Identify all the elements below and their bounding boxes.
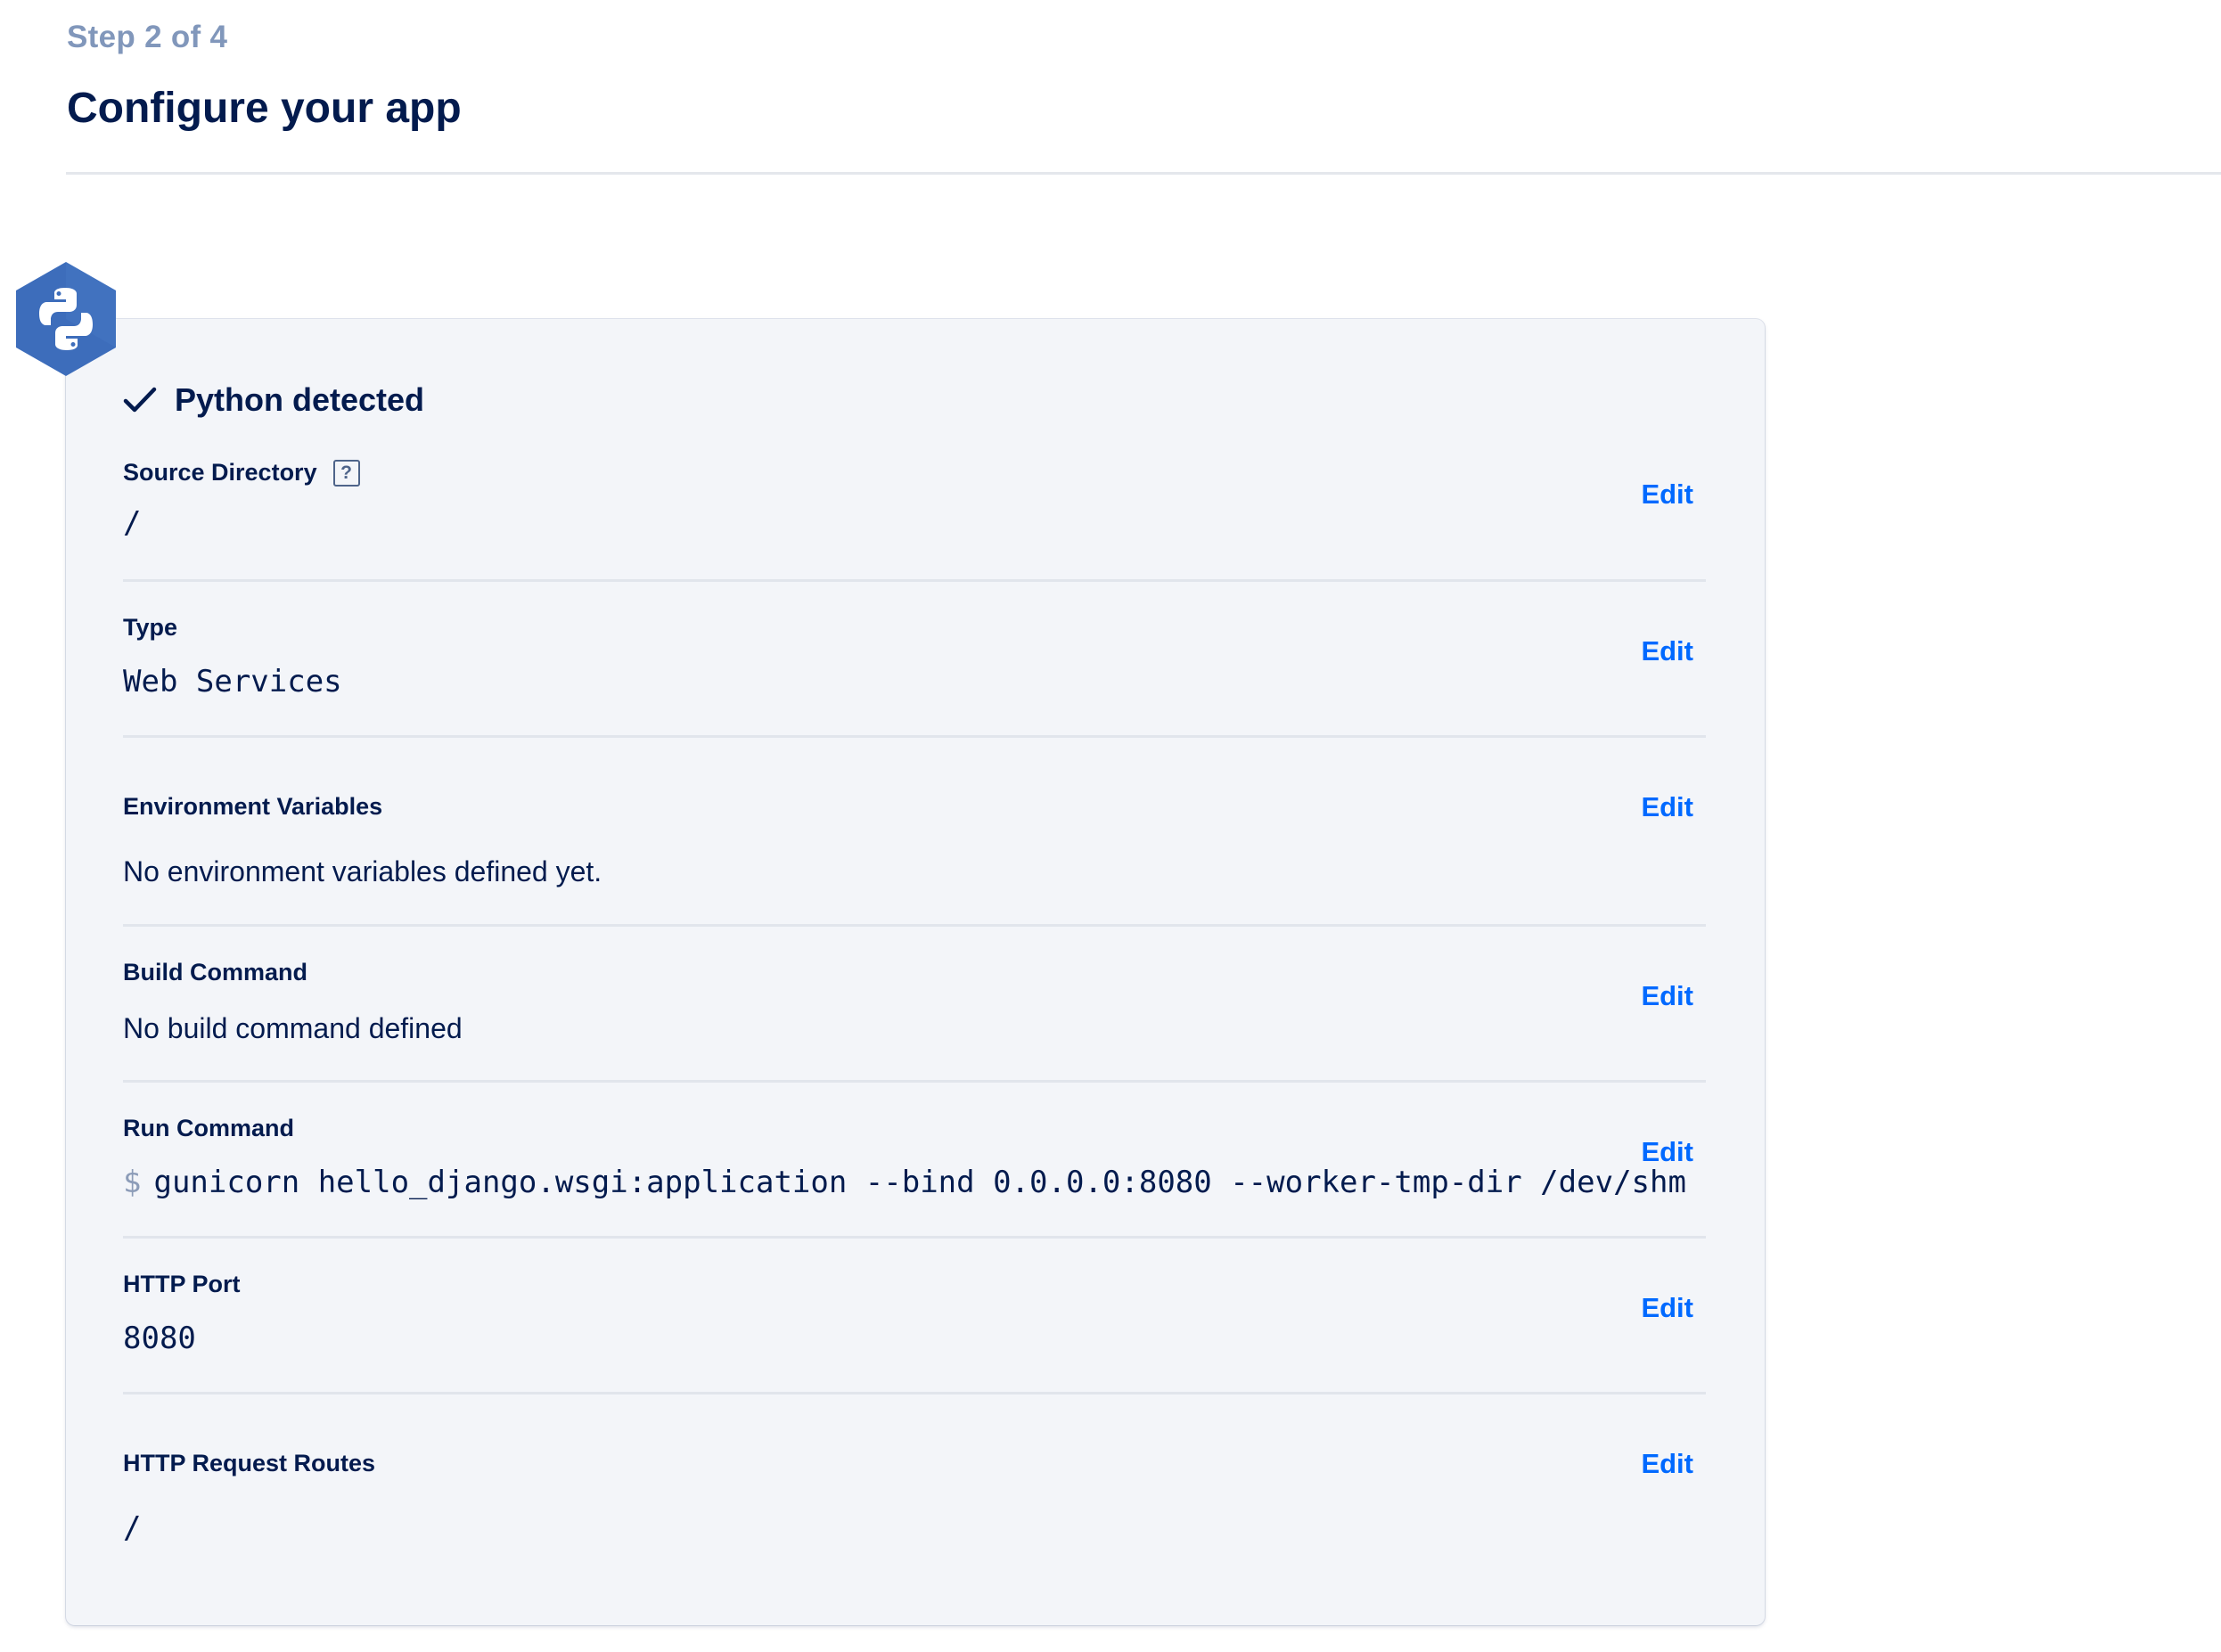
source-directory-value: / (123, 505, 142, 541)
config-row-http-port: HTTP Port 8080 Edit (123, 1239, 1706, 1394)
config-row-source-directory: Source Directory ? / Edit (123, 450, 1706, 582)
edit-source-directory-link[interactable]: Edit (1641, 478, 1693, 511)
type-value: Web Services (123, 664, 342, 699)
app-config-page: Step 2 of 4 Configure your app Python de… (0, 0, 2221, 1652)
edit-type-link[interactable]: Edit (1641, 635, 1693, 667)
config-row-run-command: Run Command $ gunicorn hello_django.wsgi:… (123, 1083, 1706, 1239)
row-label-http-port: HTTP Port (123, 1271, 241, 1297)
run-command-text: gunicorn hello_django.wsgi:application -… (153, 1165, 1686, 1200)
edit-run-command-link[interactable]: Edit (1641, 1136, 1693, 1168)
edit-http-port-link[interactable]: Edit (1641, 1292, 1693, 1324)
row-label-environment-variables: Environment Variables (123, 793, 383, 820)
http-port-value: 8080 (123, 1321, 196, 1356)
build-command-value: No build command defined (123, 1012, 463, 1044)
page-title: Configure your app (67, 85, 462, 132)
detection-label: Python detected (175, 381, 425, 418)
row-label-build-command: Build Command (123, 959, 307, 985)
run-command-value: $ gunicorn hello_django.wsgi:application … (123, 1165, 1686, 1200)
header-divider (66, 172, 2221, 175)
python-logo-icon (16, 262, 116, 376)
row-label-type: Type (123, 614, 178, 641)
source-directory-label: Source Directory (123, 459, 317, 486)
row-label-run-command: Run Command (123, 1115, 294, 1141)
config-row-environment-variables: Environment Variables No environment var… (123, 738, 1706, 927)
row-label-source-directory: Source Directory ? (123, 459, 360, 487)
http-request-routes-value: / (123, 1510, 142, 1546)
checkmark-icon (123, 387, 157, 413)
edit-build-command-link[interactable]: Edit (1641, 980, 1693, 1012)
config-row-http-request-routes: HTTP Request Routes / Edit (123, 1394, 1706, 1573)
config-row-type: Type Web Services Edit (123, 582, 1706, 738)
row-label-http-request-routes: HTTP Request Routes (123, 1450, 376, 1476)
shell-prompt: $ (123, 1165, 142, 1200)
step-indicator: Step 2 of 4 (67, 20, 228, 54)
config-row-build-command: Build Command No build command defined E… (123, 927, 1706, 1083)
detection-status: Python detected (123, 378, 424, 422)
edit-environment-variables-link[interactable]: Edit (1641, 791, 1693, 823)
environment-variables-value: No environment variables defined yet. (123, 855, 602, 887)
edit-http-request-routes-link[interactable]: Edit (1641, 1448, 1693, 1480)
help-icon[interactable]: ? (332, 459, 360, 487)
